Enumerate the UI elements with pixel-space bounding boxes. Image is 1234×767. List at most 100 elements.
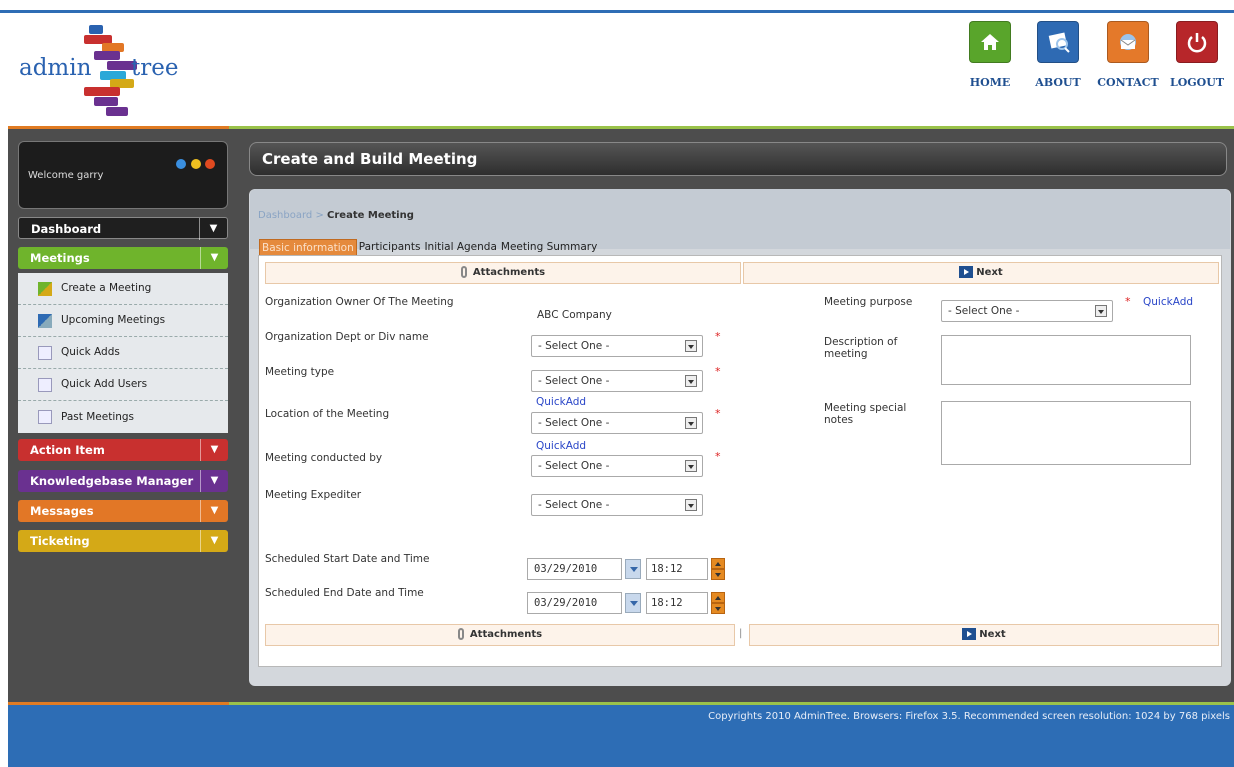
location-label: Location of the Meeting — [265, 408, 390, 420]
purpose-quickadd-link[interactable]: QuickAdd — [1143, 296, 1193, 308]
start-calendar-icon[interactable] — [625, 559, 641, 579]
submenu-item-quick-adds[interactable]: Quick Adds — [18, 337, 228, 369]
header: admin tree HOME ABOUT CONTACT LOGOUT — [0, 13, 1234, 127]
chevron-down-icon: ▼ — [200, 500, 228, 522]
dept-label: Organization Dept or Div name — [265, 331, 429, 343]
attachments-button[interactable]: Attachments — [265, 624, 735, 646]
submenu-item-label: Create a Meeting — [61, 282, 152, 294]
logo-block — [106, 107, 128, 116]
type-label: Meeting type — [265, 366, 335, 378]
sidebar-menu-label: Messages — [30, 504, 94, 518]
contact-icon — [1107, 21, 1149, 63]
quick-add-users-icon — [38, 377, 52, 392]
spin-down-icon[interactable] — [711, 569, 725, 580]
red-dot-icon[interactable] — [205, 159, 215, 169]
sidebar-menu-dashboard[interactable]: Dashboard ▼ — [18, 217, 228, 240]
next-icon — [962, 628, 977, 640]
logo-block — [84, 87, 120, 96]
meeting-type-select[interactable]: - Select One - — [531, 370, 703, 392]
start-datetime-label: Scheduled Start Date and Time — [265, 553, 430, 565]
window-dots — [175, 159, 215, 172]
start-date-input[interactable]: 03/29/2010 — [527, 558, 622, 580]
sidebar-menu-ticketing[interactable]: Ticketing ▼ — [18, 530, 228, 552]
footer-divider-orange — [8, 702, 229, 705]
sidebar-menu-action-item[interactable]: Action Item ▼ — [18, 439, 228, 461]
submenu-item-create-meeting[interactable]: Create a Meeting — [18, 273, 228, 305]
required-mark: * — [715, 365, 721, 378]
meeting-purpose-select-value: - Select One - — [948, 305, 1020, 317]
next-button[interactable]: Next — [743, 262, 1219, 284]
meeting-type-select-value: - Select One - — [538, 375, 610, 387]
admintree-logo[interactable]: admin tree — [14, 21, 204, 121]
dropdown-arrow-icon — [685, 417, 697, 429]
sidebar-menu-meetings[interactable]: Meetings ▼ — [18, 247, 228, 269]
dept-select[interactable]: - Select One - — [531, 335, 703, 357]
notes-textarea[interactable] — [941, 401, 1191, 465]
conducted-label: Meeting conducted by — [265, 452, 383, 464]
breadcrumb-current: Create Meeting — [327, 210, 414, 221]
meeting-purpose-select[interactable]: - Select One - — [941, 300, 1113, 322]
submenu-item-past-meetings[interactable]: Past Meetings — [18, 401, 228, 433]
dropdown-arrow-icon — [1095, 305, 1107, 317]
end-calendar-icon[interactable] — [625, 593, 641, 613]
purpose-label: Meeting purpose — [824, 296, 913, 308]
attachments-label: Attachments — [472, 267, 546, 278]
meeting-form: Attachments Next Organization Owner Of T… — [258, 255, 1222, 667]
nav-contact-button[interactable]: CONTACT — [1097, 21, 1159, 89]
logo-word-admin: admin — [19, 55, 92, 81]
required-mark: * — [715, 330, 721, 343]
start-time-input[interactable]: 18:12 — [646, 558, 708, 580]
submenu-item-quick-add-users[interactable]: Quick Add Users — [18, 369, 228, 401]
required-mark: * — [715, 450, 721, 463]
owner-value: ABC Company — [537, 309, 612, 321]
submenu-item-upcoming-meetings[interactable]: Upcoming Meetings — [18, 305, 228, 337]
tab-basic-information[interactable]: Basic information — [259, 239, 357, 256]
description-textarea[interactable] — [941, 335, 1191, 385]
start-time-spinner[interactable] — [711, 558, 725, 580]
welcome-box: Welcome garry — [18, 141, 228, 209]
nav-about-button[interactable]: ABOUT — [1027, 21, 1089, 89]
attachments-button[interactable]: Attachments — [265, 262, 741, 284]
chevron-down-icon: ▼ — [200, 530, 228, 552]
submenu-item-label: Quick Add Users — [61, 378, 148, 390]
footer-divider-green — [229, 702, 1234, 705]
tab-participants[interactable]: Participants — [356, 239, 423, 256]
spin-down-icon[interactable] — [711, 603, 725, 614]
breadcrumb-dashboard-link[interactable]: Dashboard — [258, 210, 312, 221]
end-date-input[interactable]: 03/29/2010 — [527, 592, 622, 614]
welcome-text: Welcome garry — [28, 170, 104, 181]
spin-up-icon[interactable] — [711, 592, 725, 603]
tab-initial-agenda[interactable]: Initial Agenda — [422, 239, 499, 256]
blue-dot-icon[interactable] — [176, 159, 186, 169]
about-icon — [1037, 21, 1079, 63]
required-mark: * — [1125, 295, 1131, 308]
location-quickadd-link[interactable]: QuickAdd — [536, 396, 586, 408]
nav-home-button[interactable]: HOME — [959, 21, 1021, 89]
next-button[interactable]: Next — [749, 624, 1219, 646]
owner-label: Organization Owner Of The Meeting — [265, 296, 454, 308]
sidebar-menu-label: Ticketing — [30, 534, 90, 548]
tab-strip: Basic information Participants Initial A… — [259, 239, 600, 256]
conducted-by-select[interactable]: - Select One - — [531, 455, 703, 477]
end-datetime-label: Scheduled End Date and Time — [265, 587, 424, 599]
yellow-dot-icon[interactable] — [190, 159, 201, 169]
breadcrumb-separator: > — [315, 210, 324, 221]
end-time-input[interactable]: 18:12 — [646, 592, 708, 614]
submenu-item-label: Upcoming Meetings — [61, 314, 166, 326]
tab-meeting-summary[interactable]: Meeting Summary — [498, 239, 600, 256]
conducted-quickadd-link[interactable]: QuickAdd — [536, 440, 586, 452]
location-select[interactable]: - Select One - — [531, 412, 703, 434]
notes-label: Meeting special notes — [824, 402, 907, 426]
dropdown-arrow-icon — [685, 460, 697, 472]
expediter-label: Meeting Expediter — [265, 489, 362, 501]
expediter-select[interactable]: - Select One - — [531, 494, 703, 516]
nav-logout-button[interactable]: LOGOUT — [1166, 21, 1228, 89]
past-meetings-icon — [38, 410, 52, 424]
spin-up-icon[interactable] — [711, 558, 725, 569]
sidebar-menu-messages[interactable]: Messages ▼ — [18, 500, 228, 522]
next-label: Next — [976, 267, 1003, 278]
end-time-spinner[interactable] — [711, 592, 725, 614]
home-icon — [969, 21, 1011, 63]
sidebar-menu-knowledgebase-manager[interactable]: Knowledgebase Manager ▼ — [18, 470, 228, 492]
sidebar-menu-label: Action Item — [30, 443, 105, 457]
